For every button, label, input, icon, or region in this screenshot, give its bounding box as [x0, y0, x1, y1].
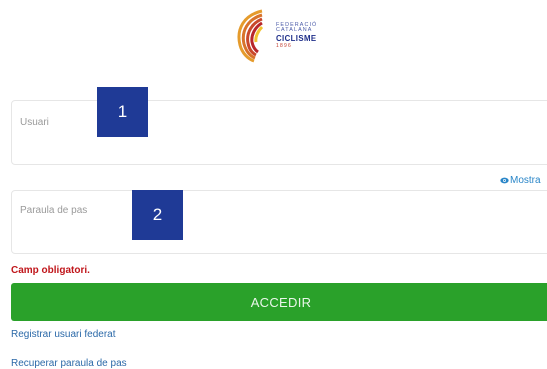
login-page: FEDERACIÓ CATALANA CICLISME 1896 Usuari …	[0, 0, 547, 369]
recover-password-link[interactable]: Recuperar paraula de pas	[11, 358, 127, 369]
logo-line-2: CATALANA	[276, 27, 313, 34]
username-field[interactable]: Usuari	[11, 100, 547, 165]
logo-line-4: 1896	[276, 42, 292, 49]
marker-2: 2	[132, 190, 183, 240]
logo-line-3: CICLISME	[276, 33, 317, 43]
show-password-label: Mostra	[510, 175, 541, 186]
show-password-toggle[interactable]: Mostra	[500, 175, 547, 186]
required-field-error: Camp obligatori.	[11, 265, 90, 276]
fcc-logo-icon	[237, 9, 264, 63]
federation-logo: FEDERACIÓ CATALANA CICLISME 1896	[232, 7, 342, 63]
login-button[interactable]: ACCEDIR	[11, 283, 547, 321]
logo-text: FEDERACIÓ CATALANA CICLISME 1896	[276, 22, 338, 49]
username-label: Usuari	[20, 117, 49, 128]
eye-icon	[500, 177, 509, 184]
marker-1: 1	[97, 87, 148, 137]
register-federated-user-link[interactable]: Registrar usuari federat	[11, 329, 116, 340]
password-input[interactable]	[20, 221, 547, 245]
password-label: Paraula de pas	[20, 205, 88, 216]
password-field[interactable]: Paraula de pas	[11, 190, 547, 254]
